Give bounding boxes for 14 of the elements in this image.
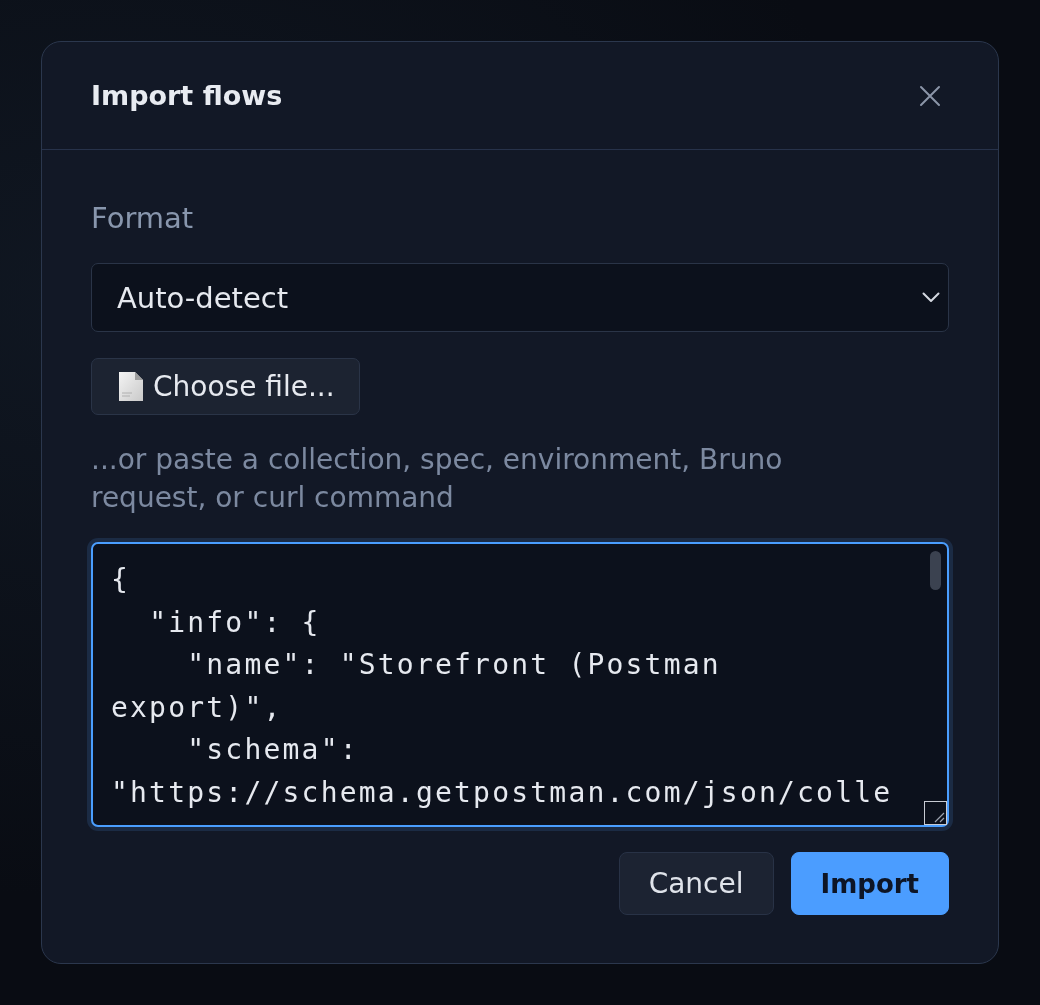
close-icon — [918, 83, 942, 108]
close-button[interactable] — [918, 83, 942, 108]
paste-input-field[interactable]: { "info": { "name": "Storefront (Postman export)", "schema": "https://schema.getpostman.com/json/colle — [91, 542, 949, 827]
dialog-title: Import flows — [91, 80, 283, 111]
cancel-button[interactable]: Cancel — [618, 852, 774, 915]
format-label: Format — [91, 200, 194, 236]
resize-grip-icon[interactable] — [924, 801, 947, 825]
chevron-down-icon — [922, 292, 940, 303]
choose-file-button[interactable]: Choose file... — [91, 358, 360, 415]
format-select[interactable]: Auto-detect — [91, 263, 949, 332]
scrollbar-thumb[interactable] — [930, 551, 941, 590]
paste-hint: ...or paste a collection, spec, environment, Bruno request, or curl command — [91, 442, 784, 516]
import-button[interactable]: Import — [790, 852, 949, 915]
document-icon — [118, 371, 144, 402]
